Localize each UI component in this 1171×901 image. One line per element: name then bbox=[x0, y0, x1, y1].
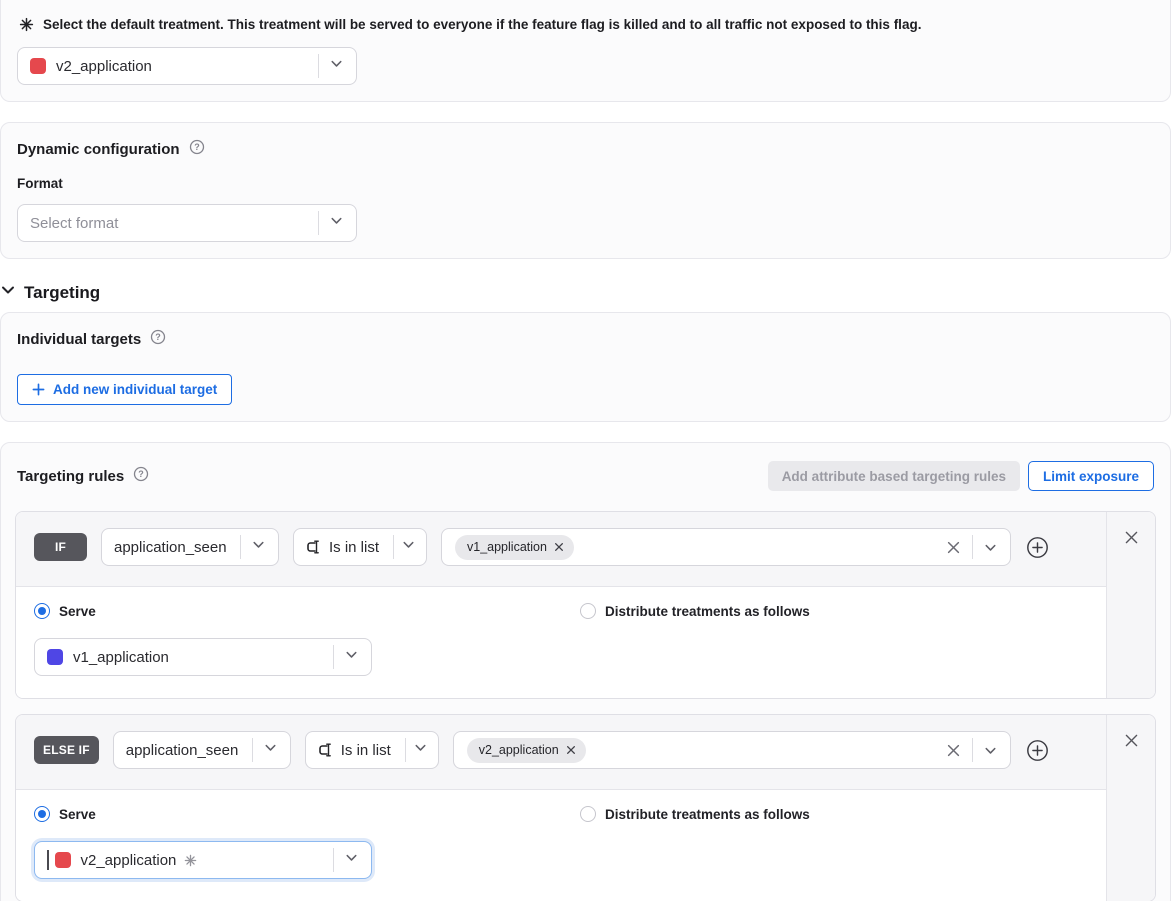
targeting-rules-title: Targeting rules bbox=[17, 468, 124, 485]
svg-text:?: ? bbox=[139, 469, 145, 479]
chevron-down-icon[interactable] bbox=[983, 540, 998, 555]
help-icon[interactable]: ? bbox=[189, 139, 205, 160]
list-value-chip: v2_application bbox=[467, 738, 586, 763]
list-values-input[interactable]: v1_application bbox=[441, 528, 1011, 566]
serve-treatment-value: v2_application bbox=[81, 852, 177, 869]
limit-exposure-button[interactable]: Limit exposure bbox=[1028, 461, 1154, 491]
chevron-down-icon bbox=[344, 647, 359, 667]
select-divider bbox=[318, 54, 319, 78]
add-individual-target-label: Add new individual target bbox=[53, 382, 217, 397]
matcher-select[interactable]: Is in list bbox=[305, 731, 439, 769]
format-select-placeholder: Select format bbox=[30, 215, 118, 232]
default-treatment-note: Select the default treatment. This treat… bbox=[17, 12, 1154, 47]
collapse-chevron-icon[interactable] bbox=[0, 282, 16, 303]
default-treatment-select[interactable]: v2_application bbox=[17, 47, 357, 85]
attribute-value: application_seen bbox=[126, 742, 239, 759]
distribute-radio[interactable] bbox=[580, 806, 596, 822]
chevron-down-icon bbox=[251, 537, 266, 557]
chevron-down-icon bbox=[329, 56, 344, 76]
text-caret bbox=[47, 850, 49, 870]
distribute-option[interactable]: Distribute treatments as follows bbox=[580, 603, 810, 619]
distribute-radio[interactable] bbox=[580, 603, 596, 619]
list-value-chip: v1_application bbox=[455, 535, 574, 560]
treatment-color-swatch bbox=[47, 649, 63, 665]
default-treatment-value: v2_application bbox=[56, 58, 152, 75]
targeting-title: Targeting bbox=[24, 283, 100, 303]
list-values-input[interactable]: v2_application bbox=[453, 731, 1011, 769]
chevron-down-icon bbox=[413, 740, 428, 760]
matcher-select[interactable]: Is in list bbox=[293, 528, 427, 566]
individual-targets-card: Individual targets ? Add new individual … bbox=[0, 312, 1171, 422]
chip-remove-icon[interactable] bbox=[566, 745, 576, 755]
targeting-section-header: Targeting bbox=[0, 282, 1171, 303]
treatment-color-swatch bbox=[30, 58, 46, 74]
add-condition-icon[interactable] bbox=[1025, 535, 1050, 560]
serve-label: Serve bbox=[59, 807, 96, 822]
serve-option[interactable]: Serve bbox=[34, 806, 580, 822]
distribute-label: Distribute treatments as follows bbox=[605, 807, 810, 822]
format-select[interactable]: Select format bbox=[17, 204, 357, 242]
add-attribute-rules-button[interactable]: Add attribute based targeting rules bbox=[768, 461, 1020, 491]
help-icon[interactable]: ? bbox=[133, 466, 149, 487]
select-divider bbox=[318, 211, 319, 235]
rule-keyword-badge: ELSE IF bbox=[34, 736, 99, 764]
chip-label: v1_application bbox=[467, 540, 547, 554]
serve-treatment-select[interactable]: v1_application bbox=[34, 638, 372, 676]
chip-label: v2_application bbox=[479, 743, 559, 757]
rule-keyword-badge: IF bbox=[34, 533, 87, 561]
attribute-select[interactable]: application_seen bbox=[113, 731, 291, 769]
default-marker-icon bbox=[184, 854, 197, 867]
targeting-rule-2: ELSE IF application_seen Is in list bbox=[15, 714, 1156, 901]
clear-values-icon[interactable] bbox=[945, 539, 962, 556]
serve-treatment-value: v1_application bbox=[73, 649, 169, 666]
matcher-value: Is in list bbox=[341, 742, 391, 759]
matcher-value: Is in list bbox=[329, 539, 379, 556]
svg-text:?: ? bbox=[194, 142, 200, 152]
serve-label: Serve bbox=[59, 604, 96, 619]
chevron-down-icon bbox=[401, 537, 416, 557]
serve-radio[interactable] bbox=[34, 603, 50, 619]
default-marker-icon bbox=[19, 15, 34, 37]
help-icon[interactable]: ? bbox=[150, 329, 166, 350]
targeting-rule-1: IF application_seen Is in list bbox=[15, 511, 1156, 699]
dynamic-configuration-card: Dynamic configuration ? Format Select fo… bbox=[0, 122, 1171, 259]
attribute-select[interactable]: application_seen bbox=[101, 528, 279, 566]
individual-targets-title: Individual targets bbox=[17, 331, 141, 348]
chevron-down-icon bbox=[329, 213, 344, 233]
serve-option[interactable]: Serve bbox=[34, 603, 580, 619]
default-treatment-note-text: Select the default treatment. This treat… bbox=[43, 15, 921, 34]
delete-rule-icon[interactable] bbox=[1123, 732, 1140, 901]
chevron-down-icon bbox=[344, 850, 359, 870]
serve-treatment-select[interactable]: v2_application bbox=[34, 841, 372, 879]
clear-values-icon[interactable] bbox=[945, 742, 962, 759]
plus-icon bbox=[32, 383, 45, 396]
default-treatment-card: Select the default treatment. This treat… bbox=[0, 0, 1171, 102]
targeting-rules-card: Targeting rules ? Add attribute based ta… bbox=[0, 442, 1171, 901]
format-label: Format bbox=[17, 176, 1154, 191]
distribute-label: Distribute treatments as follows bbox=[605, 604, 810, 619]
distribute-option[interactable]: Distribute treatments as follows bbox=[580, 806, 810, 822]
attribute-value: application_seen bbox=[114, 539, 227, 556]
chevron-down-icon[interactable] bbox=[983, 743, 998, 758]
feature-flag-definition-page: Select the default treatment. This treat… bbox=[0, 0, 1171, 901]
delete-rule-icon[interactable] bbox=[1123, 529, 1140, 698]
string-matcher-icon bbox=[304, 538, 322, 556]
string-matcher-icon bbox=[316, 741, 334, 759]
treatment-color-swatch bbox=[55, 852, 71, 868]
dynamic-configuration-title: Dynamic configuration bbox=[17, 141, 180, 158]
serve-radio[interactable] bbox=[34, 806, 50, 822]
chevron-down-icon bbox=[263, 740, 278, 760]
svg-text:?: ? bbox=[155, 332, 161, 342]
chip-remove-icon[interactable] bbox=[554, 542, 564, 552]
add-individual-target-button[interactable]: Add new individual target bbox=[17, 374, 232, 405]
add-condition-icon[interactable] bbox=[1025, 738, 1050, 763]
